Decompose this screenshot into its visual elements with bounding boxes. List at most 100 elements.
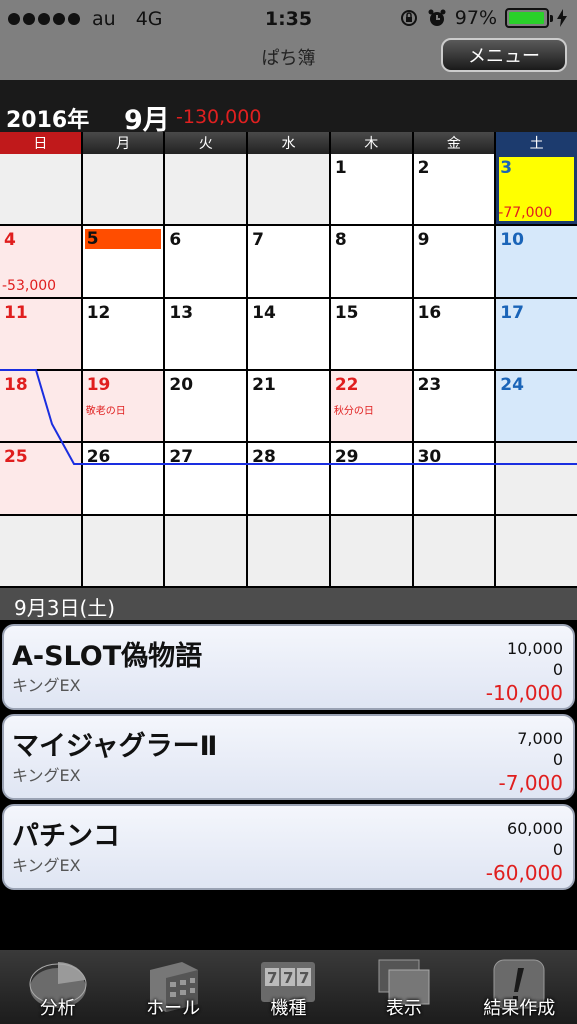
calendar-day-11[interactable]: 11	[0, 298, 81, 369]
calendar-day-23[interactable]: 23	[413, 371, 495, 442]
battery-percent: 97%	[454, 7, 497, 29]
calendar-day-30[interactable]: 30	[413, 443, 495, 514]
calendar-day-26[interactable]: 26	[82, 443, 164, 514]
calendar-day-8[interactable]: 8	[330, 226, 412, 297]
hall-name: キングEX	[12, 766, 81, 785]
tab-bar: 分析 ホール 777 機種 表示 結果作成	[0, 950, 577, 1024]
hall-name: キングEX	[12, 856, 81, 875]
calendar-day-14[interactable]: 14	[248, 298, 329, 369]
tab-label: 機種	[270, 998, 307, 1019]
day-number: 3	[500, 158, 513, 178]
calendar-day-4[interactable]: 4 -53,000	[0, 226, 81, 297]
calendar-day-21[interactable]: 21	[248, 371, 329, 442]
list-item[interactable]: A-SLOT偽物語 キングEX 10,000 0 -10,000	[2, 624, 575, 710]
calendar-empty-cell	[165, 515, 247, 586]
calendar-empty-cell	[82, 515, 164, 586]
tab-analysis[interactable]: 分析	[0, 950, 115, 1024]
payout-amount: 0	[552, 750, 563, 769]
day-number: 5	[84, 229, 162, 250]
calendar-day-16[interactable]: 16	[413, 298, 495, 369]
result-amount: -7,000	[498, 771, 563, 795]
calendar-day-17[interactable]: 17	[496, 298, 577, 369]
calendar-day-18[interactable]: 18	[0, 371, 81, 442]
calendar-day-22[interactable]: 22 秋分の日	[330, 371, 412, 442]
calendar-empty-cell	[248, 154, 329, 225]
invest-amount: 7,000	[517, 729, 563, 748]
day-number: 6	[169, 230, 182, 251]
calendar-day-13[interactable]: 13	[165, 298, 247, 369]
calendar-day-12[interactable]: 12	[82, 298, 164, 369]
weekday-wed: 水	[248, 132, 329, 154]
calendar-day-19[interactable]: 19 敬老の日	[82, 371, 164, 442]
tab-label: ホール	[146, 998, 201, 1019]
calendar-day-15[interactable]: 15	[330, 298, 412, 369]
calendar-day-10[interactable]: 10	[496, 226, 577, 297]
day-number: 27	[169, 447, 194, 468]
weekday-sun: 日	[0, 132, 81, 154]
calendar-empty-cell	[165, 154, 247, 225]
list-item[interactable]: マイジャグラーⅡ キングEX 7,000 0 -7,000	[2, 714, 575, 800]
result-amount: -60,000	[485, 861, 563, 885]
day-number: 9	[417, 230, 430, 251]
weekday-tue: 火	[165, 132, 247, 154]
calendar-empty-cell	[82, 154, 164, 225]
calendar-day-24[interactable]: 24	[496, 371, 577, 442]
invest-amount: 10,000	[507, 639, 563, 658]
calendar-empty-cell	[413, 515, 495, 586]
invest-amount: 60,000	[507, 819, 563, 838]
tab-label: 結果作成	[483, 998, 556, 1019]
menu-button[interactable]: メニュー	[441, 38, 567, 72]
machine-name: A-SLOT偽物語	[12, 641, 203, 672]
day-number: 1	[334, 158, 347, 178]
calendar-day-3[interactable]: 3 -77,000	[496, 154, 577, 225]
year-label: 2016年	[6, 108, 90, 133]
tab-machine[interactable]: 777 機種	[231, 950, 346, 1024]
day-number: 11	[4, 302, 28, 323]
day-number: 19	[86, 375, 111, 395]
alarm-icon	[428, 9, 446, 26]
calendar-day-20[interactable]: 20	[165, 371, 247, 442]
calendar-day-27[interactable]: 27	[165, 443, 247, 514]
result-amount: -10,000	[485, 681, 563, 705]
svg-text:7: 7	[283, 969, 293, 987]
calendar-empty-cell	[330, 515, 412, 586]
entry-amounts: 7,000 0 -7,000	[499, 728, 563, 796]
machine-name: マイジャグラーⅡ	[12, 731, 218, 762]
weekday-sat: 土	[496, 132, 577, 154]
machine-name: パチンコ	[12, 821, 120, 852]
payout-amount: 0	[552, 660, 563, 679]
holiday-name: 秋分の日	[333, 406, 374, 417]
entry-amounts: 10,000 0 -10,000	[486, 638, 563, 706]
day-number: 22	[334, 375, 359, 395]
calendar-day-9[interactable]: 9	[413, 226, 495, 297]
list-item[interactable]: パチンコ キングEX 60,000 0 -60,000	[2, 804, 575, 890]
day-number: 13	[169, 302, 194, 323]
day-number: 8	[334, 230, 347, 251]
day-number: 7	[252, 230, 264, 251]
selected-day-label: 9月3日(土)	[0, 588, 577, 620]
calendar-day-2[interactable]: 2	[413, 154, 495, 225]
calendar-day-25[interactable]: 25	[0, 443, 81, 514]
entry-amounts: 60,000 0 -60,000	[486, 818, 563, 886]
calendar-day-28[interactable]: 28	[248, 443, 329, 514]
status-bar: au 4G 1:35 97%	[0, 0, 577, 38]
tab-label: 分析	[39, 998, 76, 1019]
calendar-day-6[interactable]: 6	[165, 226, 247, 297]
calendar-day-7[interactable]: 7	[248, 226, 329, 297]
calendar-day-5[interactable]: 5	[82, 226, 164, 297]
svg-text:7: 7	[299, 969, 309, 987]
tab-label: 表示	[385, 998, 422, 1019]
calendar-day-1[interactable]: 1	[330, 154, 412, 225]
payout-amount: 0	[552, 840, 563, 859]
day-number: 26	[86, 447, 111, 468]
day-number: 23	[417, 375, 442, 395]
tab-create-result[interactable]: 結果作成	[462, 950, 577, 1024]
calendar-empty-cell	[0, 515, 81, 586]
nav-bar: ぱち簿 メニュー	[0, 38, 577, 80]
tab-hall[interactable]: ホール	[115, 950, 230, 1024]
day-number: 10	[500, 230, 524, 251]
tab-display[interactable]: 表示	[346, 950, 461, 1024]
day-number: 24	[500, 375, 524, 395]
calendar-day-29[interactable]: 29	[330, 443, 412, 514]
charging-icon	[557, 9, 567, 27]
